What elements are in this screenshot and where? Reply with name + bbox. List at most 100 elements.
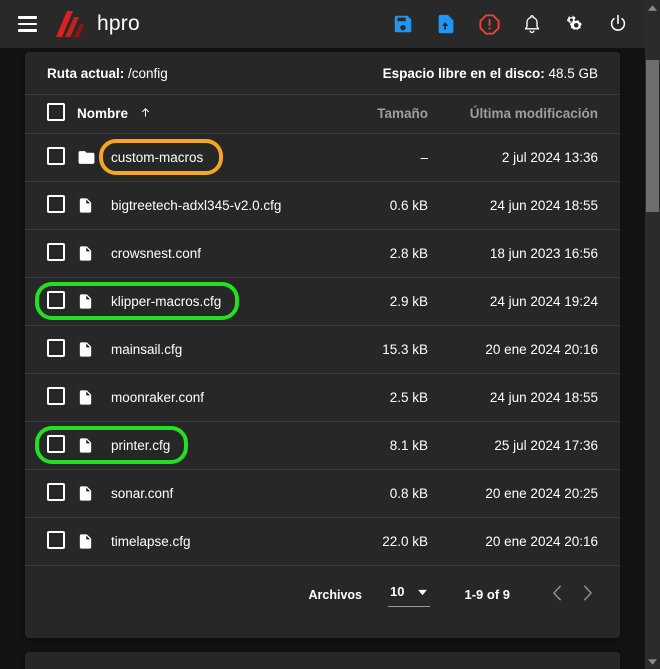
table-header-row: Nombre Tamaño Última modificación: [25, 95, 620, 134]
file-name-link[interactable]: bigtreetech-adxl345-v2.0.cfg: [111, 198, 281, 213]
file-name-link[interactable]: mainsail.cfg: [111, 342, 182, 357]
row-checkbox[interactable]: [47, 146, 65, 165]
row-modified-cell: 18 jun 2023 16:56: [450, 229, 620, 278]
scrollbar-thumb[interactable]: [646, 60, 659, 212]
pagination-prev-button[interactable]: [542, 580, 572, 610]
column-header-modified[interactable]: Última modificación: [450, 95, 620, 134]
app-viewport: hpro Ruta actual: /config Espacio libre …: [0, 0, 660, 669]
scroll-up-arrow-icon[interactable]: [645, 0, 660, 15]
pagination-range: 1-9 of 9: [464, 587, 510, 602]
chevron-left-icon: [551, 585, 564, 604]
row-name-cell: bigtreetech-adxl345-v2.0.cfg: [77, 181, 346, 230]
file-table-body: custom-macros –2 jul 2024 13:36 bigtreetec…: [25, 133, 620, 566]
save-hot-button[interactable]: [390, 11, 416, 37]
row-size-cell: 0.8 kB: [346, 469, 450, 518]
power-icon: [607, 13, 629, 35]
upload-file-button[interactable]: [433, 11, 459, 37]
row-name-cell: moonraker.conf: [77, 373, 346, 422]
row-modified-cell: 25 jul 2024 17:36: [450, 421, 620, 470]
floppy-save-icon: [392, 13, 414, 35]
browser-scrollbar[interactable]: [645, 0, 660, 669]
row-modified-cell: 24 jun 2024 18:55: [450, 373, 620, 422]
row-modified-cell: 20 ene 2024 20:25: [450, 469, 620, 518]
table-row[interactable]: klipper-macros.cfg 2.9 kB 24 jun 2024 19:2…: [25, 277, 620, 326]
column-header-size[interactable]: Tamaño: [346, 95, 450, 134]
row-select-cell: [25, 229, 77, 278]
table-row[interactable]: printer.cfg 8.1 kB 25 jul 2024 17:36: [25, 421, 620, 470]
pagination-items-label: Archivos: [308, 587, 363, 602]
file-name-link[interactable]: custom-macros: [111, 150, 203, 165]
file-icon: [77, 244, 111, 263]
bell-icon: [521, 13, 543, 35]
pagination-next-button[interactable]: [572, 580, 602, 610]
table-row[interactable]: custom-macros –2 jul 2024 13:36: [25, 133, 620, 182]
gears-icon: [564, 13, 587, 36]
current-path: Ruta actual: /config: [47, 66, 168, 81]
file-manager-card: Ruta actual: /config Espacio libre en el…: [25, 52, 620, 638]
row-select-cell: [25, 325, 77, 374]
current-path-value: /config: [128, 65, 168, 81]
table-row[interactable]: moonraker.conf 2.5 kB 24 jun 2024 18:55: [25, 373, 620, 422]
file-name-link[interactable]: timelapse.cfg: [111, 534, 191, 549]
emergency-stop-button[interactable]: [476, 11, 502, 37]
table-row[interactable]: timelapse.cfg 22.0 kB 20 ene 2024 20:16: [25, 517, 620, 566]
file-name-link[interactable]: sonar.conf: [111, 486, 173, 501]
row-select-cell: [25, 181, 77, 230]
row-select-cell: [25, 133, 77, 182]
free-space-label: Espacio libre en el disco:: [382, 65, 545, 81]
row-name-cell: mainsail.cfg: [77, 325, 346, 374]
row-checkbox[interactable]: [47, 386, 65, 405]
row-size-cell: 8.1 kB: [346, 421, 450, 470]
row-size-cell: 15.3 kB: [346, 325, 450, 374]
console-card-header: Consola de impresora: [25, 652, 620, 669]
folder-icon: [77, 148, 111, 167]
row-checkbox[interactable]: [47, 194, 65, 213]
row-checkbox[interactable]: [47, 242, 65, 261]
chevron-down-icon: [417, 585, 428, 599]
table-row[interactable]: bigtreetech-adxl345-v2.0.cfg 0.6 kB 24 jun…: [25, 181, 620, 230]
pagination-bar: Archivos 10 1-9 of 9: [25, 566, 620, 624]
power-button[interactable]: [605, 11, 631, 37]
scroll-down-arrow-icon[interactable]: [645, 654, 660, 669]
free-disk-space: Espacio libre en el disco: 48.5 GB: [383, 66, 598, 81]
file-name-link[interactable]: crowsnest.conf: [111, 246, 201, 261]
file-icon: [77, 292, 111, 311]
mainsail-logo-icon: [56, 11, 86, 37]
hamburger-menu-icon[interactable]: [12, 9, 42, 39]
file-table-header: Nombre Tamaño Última modificación: [25, 95, 620, 134]
file-icon: [77, 532, 111, 551]
file-table: Nombre Tamaño Última modificación custom…: [25, 95, 620, 566]
file-name-link[interactable]: klipper-macros.cfg: [111, 294, 221, 309]
file-name-link[interactable]: moonraker.conf: [111, 390, 204, 405]
table-row[interactable]: crowsnest.conf 2.8 kB 18 jun 2023 16:56: [25, 229, 620, 278]
row-size-cell: 2.5 kB: [346, 373, 450, 422]
row-checkbox[interactable]: [47, 530, 65, 549]
row-checkbox[interactable]: [47, 434, 65, 453]
file-icon: [77, 436, 111, 455]
file-name-link[interactable]: printer.cfg: [111, 438, 170, 453]
table-row[interactable]: sonar.conf 0.8 kB 20 ene 2024 20:25: [25, 469, 620, 518]
app-bar: hpro: [0, 0, 645, 48]
row-size-cell: 22.0 kB: [346, 517, 450, 566]
row-name-cell: klipper-macros.cfg: [77, 277, 346, 326]
settings-button[interactable]: [562, 11, 588, 37]
app-bar-actions: [390, 11, 631, 37]
row-checkbox[interactable]: [47, 290, 65, 309]
path-bar: Ruta actual: /config Espacio libre en el…: [25, 52, 620, 95]
row-size-cell: –: [346, 133, 450, 182]
free-space-value: 48.5 GB: [548, 65, 598, 81]
row-modified-cell: 20 ene 2024 20:16: [450, 517, 620, 566]
row-select-cell: [25, 517, 77, 566]
notifications-button[interactable]: [519, 11, 545, 37]
row-checkbox[interactable]: [47, 482, 65, 501]
row-checkbox[interactable]: [47, 338, 65, 357]
select-all-checkbox[interactable]: [47, 103, 65, 122]
row-name-cell: sonar.conf: [77, 469, 346, 518]
table-row[interactable]: mainsail.cfg 15.3 kB 20 ene 2024 20:16: [25, 325, 620, 374]
rows-per-page-select[interactable]: 10: [388, 582, 431, 607]
page-scroll-area: Ruta actual: /config Espacio libre en el…: [0, 48, 645, 669]
row-name-cell: timelapse.cfg: [77, 517, 346, 566]
row-modified-cell: 20 ene 2024 20:16: [450, 325, 620, 374]
column-header-name[interactable]: Nombre: [77, 95, 346, 134]
row-size-cell: 2.8 kB: [346, 229, 450, 278]
